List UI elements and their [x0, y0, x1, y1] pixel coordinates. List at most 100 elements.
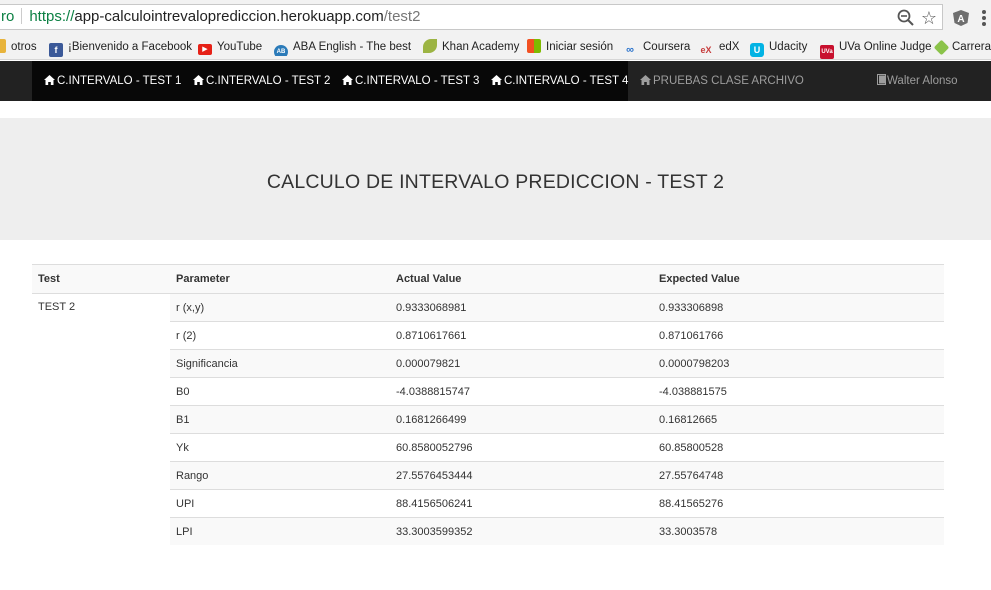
- actual-value-cell: -4.0388815747: [390, 377, 653, 406]
- expected-value-cell: -4.038881575: [653, 377, 944, 406]
- svg-text:A: A: [957, 14, 964, 25]
- bookmark-edx[interactable]: eX edX: [698, 38, 739, 56]
- bookmark-otros[interactable]: otros: [0, 38, 37, 56]
- bookmark-label: Carrera: [952, 41, 991, 53]
- nav-item-label: C.INTERVALO - TEST 4: [504, 75, 629, 87]
- table-header-row: Test Parameter Actual Value Expected Val…: [32, 264, 944, 294]
- parameter-cell: Yk: [170, 433, 390, 462]
- page-header: CALCULO DE INTERVALO PREDICCION - TEST 2: [0, 118, 991, 240]
- khan-leaf-icon: [423, 39, 437, 53]
- udacity-icon: U: [750, 43, 764, 57]
- bookmark-label: Iniciar sesión: [546, 41, 614, 53]
- header-actual-value: Actual Value: [390, 264, 653, 294]
- home-icon: [44, 75, 55, 85]
- parameter-cell: r (x,y): [170, 293, 390, 322]
- test-name-cell: TEST 2: [32, 293, 170, 545]
- bookmark-label: Udacity: [769, 41, 808, 53]
- bookmark-label: ¡Bienvenido a Facebook: [68, 41, 193, 53]
- nav-item-pruebas-clase-archivo[interactable]: PRUEBAS CLASE ARCHIVO: [640, 61, 804, 101]
- browser-toolbar: ro https://app-calculointrevaloprediccion…: [0, 0, 991, 35]
- edx-icon: eX: [700, 45, 712, 55]
- bookmark-star-icon[interactable]: ☆: [919, 8, 939, 28]
- nav-item-label: C.INTERVALO - TEST 1: [57, 75, 182, 87]
- expected-value-cell: 60.85800528: [653, 433, 944, 462]
- actual-value-cell: 0.8710617661: [390, 321, 653, 350]
- aba-icon: AB: [274, 45, 288, 56]
- url-host: app-calculointrevaloprediccion.herokuapp…: [74, 8, 384, 25]
- header-parameter: Parameter: [170, 264, 390, 294]
- url-protocol: https://: [29, 8, 75, 25]
- bookmark-aba-english[interactable]: AB ABA English - The best w: [274, 38, 411, 56]
- bookmark-label: ABA English - The best w: [293, 41, 411, 53]
- home-icon: [491, 75, 502, 85]
- nav-user-label: Walter Alonso: [887, 75, 958, 87]
- expected-value-cell: 0.0000798203: [653, 349, 944, 378]
- address-bar[interactable]: ro https://app-calculointrevaloprediccion…: [0, 4, 943, 30]
- youtube-icon: ▶: [198, 44, 212, 55]
- parameter-cell: Rango: [170, 461, 390, 490]
- actual-value-cell: 0.9333068981: [390, 293, 653, 322]
- nav-user-link[interactable]: Walter Alonso: [877, 61, 958, 101]
- nav-item-test-3[interactable]: C.INTERVALO - TEST 3: [342, 61, 479, 101]
- nav-item-label: C.INTERVALO - TEST 3: [355, 75, 480, 87]
- bookmark-label: Khan Academy: [442, 41, 520, 53]
- facebook-icon: f: [49, 43, 63, 57]
- actual-value-cell: 60.8580052796: [390, 433, 653, 462]
- nav-item-test-4[interactable]: C.INTERVALO - TEST 4: [491, 61, 628, 101]
- app-navbar: C.INTERVALO - TEST 1 C.INTERVALO - TEST …: [0, 61, 991, 101]
- header-test: Test: [32, 264, 170, 294]
- bookmark-coursera[interactable]: ∞ Coursera: [622, 38, 690, 56]
- browser-menu-icon[interactable]: [981, 10, 987, 26]
- expected-value-cell: 88.41565276: [653, 489, 944, 518]
- expected-value-cell: 27.55764748: [653, 461, 944, 490]
- parameter-cell: r (2): [170, 321, 390, 350]
- bookmark-label: otros: [11, 41, 37, 53]
- expected-value-cell: 33.3003578: [653, 517, 944, 545]
- zoom-out-icon[interactable]: [897, 9, 915, 27]
- table-row: TEST 2 r (x,y) 0.9333068981 0.933306898: [32, 293, 944, 545]
- nav-item-test-1[interactable]: C.INTERVALO - TEST 1: [44, 61, 181, 101]
- bookmarks-bar: otros f ¡Bienvenido a Facebook ▶ YouTube A…: [0, 35, 991, 60]
- bookmark-facebook[interactable]: f ¡Bienvenido a Facebook: [49, 38, 193, 57]
- bookmark-label: edX: [719, 41, 740, 53]
- home-icon: [342, 75, 353, 85]
- url-path: /test2: [383, 8, 421, 25]
- bookmark-udacity[interactable]: U Udacity: [750, 38, 808, 57]
- expected-value-cell: 0.16812665: [653, 405, 944, 434]
- bookmark-uva-online-judge[interactable]: UVa UVa Online Judge: [820, 38, 932, 59]
- coursera-icon: ∞: [626, 44, 634, 56]
- bookmark-youtube[interactable]: ▶ YouTube: [198, 38, 262, 56]
- home-icon: [193, 75, 204, 85]
- results-table: Test Parameter Actual Value Expected Val…: [32, 264, 944, 545]
- nav-item-test-2[interactable]: C.INTERVALO - TEST 2: [193, 61, 330, 101]
- actual-value-cell: 0.000079821: [390, 349, 653, 378]
- home-icon: [640, 75, 651, 85]
- folder-icon: [0, 39, 6, 53]
- parameter-cell: LPI: [170, 517, 390, 545]
- parameter-cell: UPI: [170, 489, 390, 518]
- nav-item-label: C.INTERVALO - TEST 2: [206, 75, 331, 87]
- actual-value-cell: 88.4156506241: [390, 489, 653, 518]
- actual-value-cell: 27.5576453444: [390, 461, 653, 490]
- uva-icon: UVa: [820, 45, 834, 59]
- bookmark-label: YouTube: [217, 41, 263, 53]
- address-divider: [21, 8, 23, 24]
- bookmark-label: UVa Online Judge: [839, 41, 932, 53]
- parameter-cell: Significancia: [170, 349, 390, 378]
- carrera-icon: [933, 39, 950, 56]
- actual-value-cell: 33.3003599352: [390, 517, 653, 545]
- angular-extension-icon[interactable]: A: [952, 9, 970, 27]
- bookmark-label: Coursera: [643, 41, 691, 53]
- page-title: CALCULO DE INTERVALO PREDICCION - TEST 2: [266, 171, 725, 193]
- bookmark-carrera[interactable]: Carrera: [933, 38, 991, 56]
- expected-value-cell: 0.871061766: [653, 321, 944, 350]
- bookmark-iniciar-sesion[interactable]: Iniciar sesión: [527, 38, 613, 56]
- bookmark-khan-academy[interactable]: Khan Academy: [423, 38, 519, 56]
- book-icon: [877, 74, 886, 85]
- windows-icon: [527, 39, 541, 53]
- parameter-cell: B0: [170, 377, 390, 406]
- secure-indicator[interactable]: ro: [0, 8, 14, 25]
- actual-value-cell: 0.1681266499: [390, 405, 653, 434]
- header-expected-value: Expected Value: [653, 264, 944, 294]
- nav-item-label: PRUEBAS CLASE ARCHIVO: [653, 75, 804, 87]
